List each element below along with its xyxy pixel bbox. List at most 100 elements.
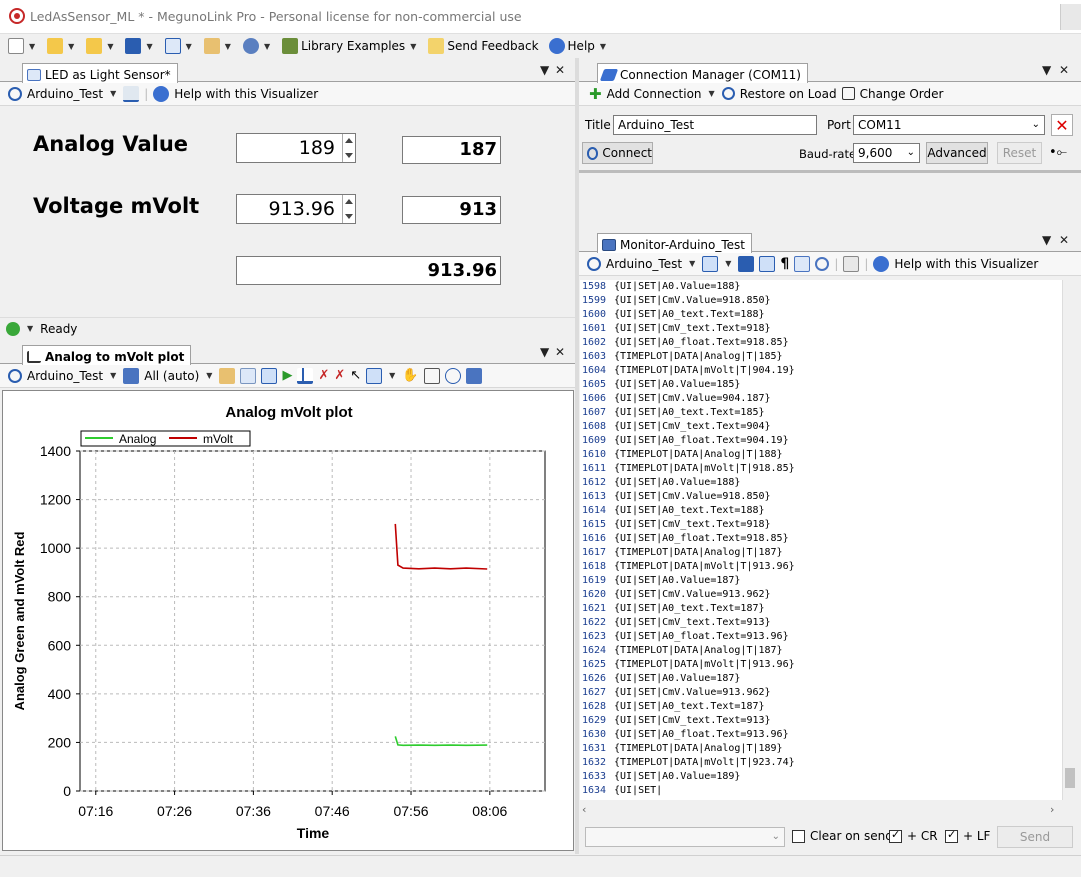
monitor-vertical-scrollbar[interactable] <box>1062 280 1076 800</box>
pan-hand-icon[interactable]: ✋ <box>402 368 418 383</box>
reset-button[interactable]: Reset <box>997 142 1042 164</box>
maximize-button[interactable] <box>1060 4 1081 30</box>
monitor-line: 1619 {UI|SET|A0.Value=187} <box>580 574 1062 588</box>
designer-icon[interactable] <box>123 85 140 102</box>
line-number: 1605 <box>582 379 607 390</box>
chevron-down-icon[interactable]: ▼ <box>389 371 395 380</box>
clear-all-icon[interactable]: ✗ <box>334 368 345 383</box>
y-tick-label: 600 <box>48 637 72 653</box>
tab-monitor-arduino[interactable]: Monitor-Arduino_Test <box>597 233 752 253</box>
change-order-button[interactable]: Change Order <box>860 87 944 101</box>
chevron-down-icon[interactable]: ▼ <box>27 324 33 333</box>
export-icon[interactable] <box>465 367 482 384</box>
scroll-right-icon[interactable]: › <box>1050 803 1054 816</box>
chevron-down-icon[interactable]: ▼ <box>110 371 116 380</box>
clock-icon[interactable] <box>815 256 830 271</box>
chart-title: Analog mVolt plot <box>225 404 352 421</box>
zoom-out-icon[interactable] <box>444 367 461 384</box>
play-icon[interactable]: ▶ <box>282 368 292 383</box>
send-button[interactable]: Send <box>997 826 1073 848</box>
monitor-line: 1609 {UI|SET|A0_float.Text=904.19} <box>580 434 1062 448</box>
clear-icon[interactable]: ✗ <box>318 368 329 383</box>
baud-rate-select[interactable]: 9,600 ⌄ <box>853 143 920 163</box>
panel-menu-icon[interactable]: ▼ <box>1042 63 1051 77</box>
connect-button[interactable]: Connect <box>582 142 653 164</box>
chevron-down-icon[interactable]: ▼ <box>709 89 715 98</box>
checkbox-box[interactable] <box>792 829 805 843</box>
monitor-line: 1625 {TIMEPLOT|DATA|mVolt|T|913.96} <box>580 658 1062 672</box>
copy-icon[interactable] <box>702 255 719 272</box>
send-input[interactable]: ⌄ <box>585 827 785 847</box>
chevron-down-icon[interactable]: ▼ <box>206 371 212 380</box>
properties-icon[interactable] <box>219 367 236 384</box>
chevron-down-icon[interactable]: ▼ <box>689 259 695 268</box>
chevron-down-icon[interactable]: ▼ <box>110 89 116 98</box>
x-axis-label: Time <box>297 825 330 841</box>
panel-menu-icon[interactable]: ▼ <box>540 63 549 77</box>
clear-on-send-checkbox[interactable]: Clear on send <box>792 829 893 843</box>
baud-rate-value: 9,600 <box>858 146 893 160</box>
scroll-left-icon[interactable]: ‹ <box>582 803 586 816</box>
tab-connection-manager[interactable]: Connection Manager (COM11) <box>597 63 808 83</box>
advanced-button[interactable]: Advanced <box>926 142 988 164</box>
analog-spinner-arrows[interactable] <box>342 134 354 162</box>
autoscroll-icon[interactable] <box>759 255 776 272</box>
legend-icon[interactable] <box>261 367 278 384</box>
device-select[interactable]: Arduino_Test <box>27 87 103 101</box>
open-recent-button[interactable]: ▼ <box>86 38 115 54</box>
restore-on-load-toggle[interactable]: Restore on Load <box>740 87 837 101</box>
connections-button[interactable]: ▼ <box>164 38 194 54</box>
pilcrow-icon[interactable]: ¶ <box>780 256 789 272</box>
monitor-horizontal-scrollbar[interactable]: ‹ › <box>580 802 1062 818</box>
open-button[interactable]: ▼ <box>47 38 76 54</box>
line-text: {UI|SET|CmV.Value=904.187} <box>614 393 771 404</box>
close-icon[interactable]: ✕ <box>555 63 565 77</box>
line-number: 1627 <box>582 687 607 698</box>
library-examples-button[interactable]: Library Examples ▼ <box>282 38 418 54</box>
line-number: 1599 <box>582 295 607 306</box>
remove-connection-icon[interactable]: ✕ <box>1051 114 1073 136</box>
line-number: 1613 <box>582 491 607 502</box>
send-feedback-button[interactable]: Send Feedback <box>428 38 539 54</box>
chevron-down-icon[interactable]: ▼ <box>725 259 731 268</box>
scrollbar-thumb[interactable] <box>1065 768 1075 788</box>
checkbox-box[interactable] <box>945 828 958 843</box>
checkbox-box[interactable] <box>889 828 902 843</box>
zoom-fit-icon[interactable] <box>423 367 440 384</box>
clear-icon[interactable] <box>843 255 860 272</box>
series-select[interactable]: All (auto) <box>144 369 199 383</box>
new-button[interactable]: ▼ <box>8 38 37 54</box>
tab-led-light-sensor[interactable]: LED as Light Sensor* <box>22 63 178 83</box>
close-icon[interactable]: ✕ <box>1059 63 1069 77</box>
calendar-icon[interactable] <box>794 255 811 272</box>
cr-checkbox[interactable]: + CR <box>889 828 938 843</box>
port-select[interactable]: COM11 ⌄ <box>853 115 1045 135</box>
save-button[interactable]: ▼ <box>125 38 154 54</box>
script-button[interactable]: ▼ <box>203 38 233 54</box>
device-select[interactable]: Arduino_Test <box>27 369 103 383</box>
cursor-icon[interactable]: ↖ <box>350 368 361 383</box>
status-bar: ▼ Ready <box>0 317 575 339</box>
zoom-icon[interactable] <box>366 367 383 384</box>
bar-chart-icon[interactable] <box>297 367 314 384</box>
settings-button[interactable]: ▼ <box>242 38 272 54</box>
title-input[interactable]: Arduino_Test <box>613 115 817 135</box>
help-menu-button[interactable]: Help ▼ <box>548 38 609 54</box>
close-icon[interactable]: ✕ <box>555 345 565 359</box>
device-select[interactable]: Arduino_Test <box>606 257 682 271</box>
tab-analog-mvolt-plot[interactable]: Analog to mVolt plot <box>22 345 192 365</box>
help-visualizer-link[interactable]: Help with this Visualizer <box>894 257 1038 271</box>
add-connection-button[interactable]: Add Connection <box>607 87 702 101</box>
serial-monitor-output[interactable]: 1598 {UI|SET|A0.Value=188} 1599 {UI|SET|CmV… <box>580 280 1062 800</box>
voltage-spinner-arrows[interactable] <box>342 195 354 223</box>
voltage-spinner[interactable]: 913.96 <box>236 194 356 224</box>
table-icon[interactable] <box>240 367 257 384</box>
lf-checkbox[interactable]: + LF <box>945 828 990 843</box>
save-icon[interactable] <box>738 255 755 272</box>
help-visualizer-link[interactable]: Help with this Visualizer <box>174 87 318 101</box>
close-icon[interactable]: ✕ <box>1059 233 1069 247</box>
panel-menu-icon[interactable]: ▼ <box>1042 233 1051 247</box>
analog-spinner[interactable]: 189 <box>236 133 356 163</box>
panel-menu-icon[interactable]: ▼ <box>540 345 549 359</box>
analog-mvolt-chart[interactable]: 0 200 400 600 800 1000 1200 1400 07:16 07:26 07:36… <box>3 391 575 852</box>
